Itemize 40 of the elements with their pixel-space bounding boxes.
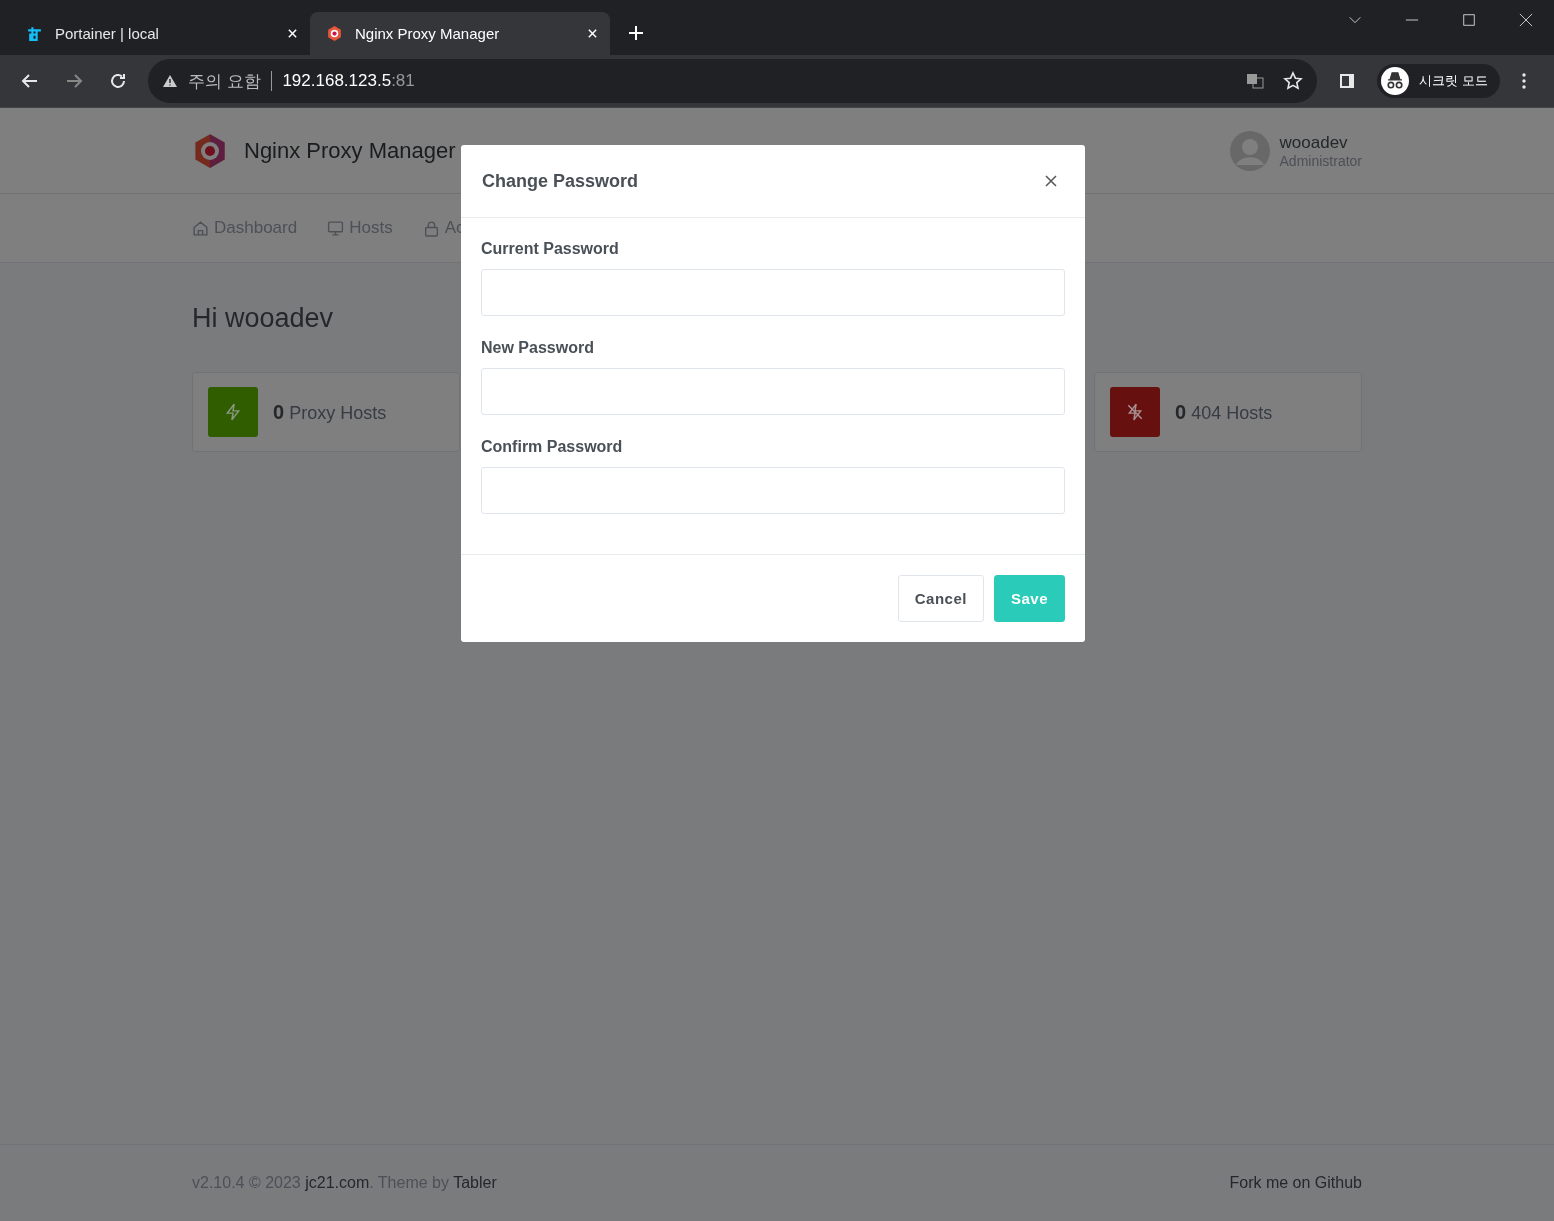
- tab-title: Nginx Proxy Manager: [355, 25, 501, 42]
- browser-tab[interactable]: Nginx Proxy Manager: [310, 12, 610, 55]
- hexagon-logo-icon: [192, 132, 228, 169]
- monitor-icon: [327, 219, 345, 237]
- incognito-profile-button[interactable]: 시크릿 모드: [1376, 64, 1500, 98]
- lock-icon: [422, 219, 440, 237]
- home-icon: [192, 219, 209, 237]
- maximize-icon[interactable]: [1462, 13, 1476, 27]
- translate-icon[interactable]: [1244, 71, 1265, 91]
- author-link[interactable]: jc21.com: [305, 1174, 370, 1191]
- browser-tab[interactable]: Portainer | local: [10, 12, 310, 55]
- app-title: Nginx Proxy Manager: [244, 137, 456, 164]
- star-icon[interactable]: [1282, 71, 1303, 91]
- greeting-heading: Hi wooadev: [192, 303, 335, 334]
- field-label: Current Password: [481, 240, 620, 258]
- modal-title: Change Password: [482, 170, 639, 192]
- field-label: New Password: [481, 339, 595, 357]
- github-link[interactable]: Fork me on Github: [1229, 1174, 1362, 1192]
- incognito-icon: [1380, 67, 1409, 95]
- hexagon-logo-icon: [326, 25, 343, 42]
- stat-text: 0 404 Hosts: [1175, 400, 1273, 424]
- new-tab-icon[interactable]: [628, 25, 644, 41]
- stat-text: 0 Proxy Hosts: [273, 400, 387, 424]
- address-bar[interactable]: 주의 요함 192.168.123.5:81: [148, 59, 1317, 103]
- crane-icon: [26, 25, 43, 42]
- cancel-button[interactable]: Cancel: [897, 575, 984, 622]
- password-field[interactable]: [481, 368, 1065, 415]
- warning-icon: [162, 73, 178, 89]
- stat-card[interactable]: 0 404 Hosts: [1094, 372, 1362, 452]
- stat-card[interactable]: 0 Proxy Hosts: [192, 372, 460, 452]
- user-name: wooadev: [1279, 132, 1349, 153]
- security-warning: 주의 요함: [188, 69, 262, 93]
- tab-title: Portainer | local: [55, 25, 160, 42]
- password-field[interactable]: [481, 467, 1065, 514]
- close-icon[interactable]: [1045, 175, 1057, 187]
- field-label: Confirm Password: [481, 438, 624, 456]
- save-button[interactable]: Save: [993, 575, 1065, 622]
- theme-link[interactable]: Tabler: [453, 1174, 497, 1191]
- password-field[interactable]: [481, 269, 1065, 316]
- url-text: 192.168.123.5:81: [282, 71, 415, 91]
